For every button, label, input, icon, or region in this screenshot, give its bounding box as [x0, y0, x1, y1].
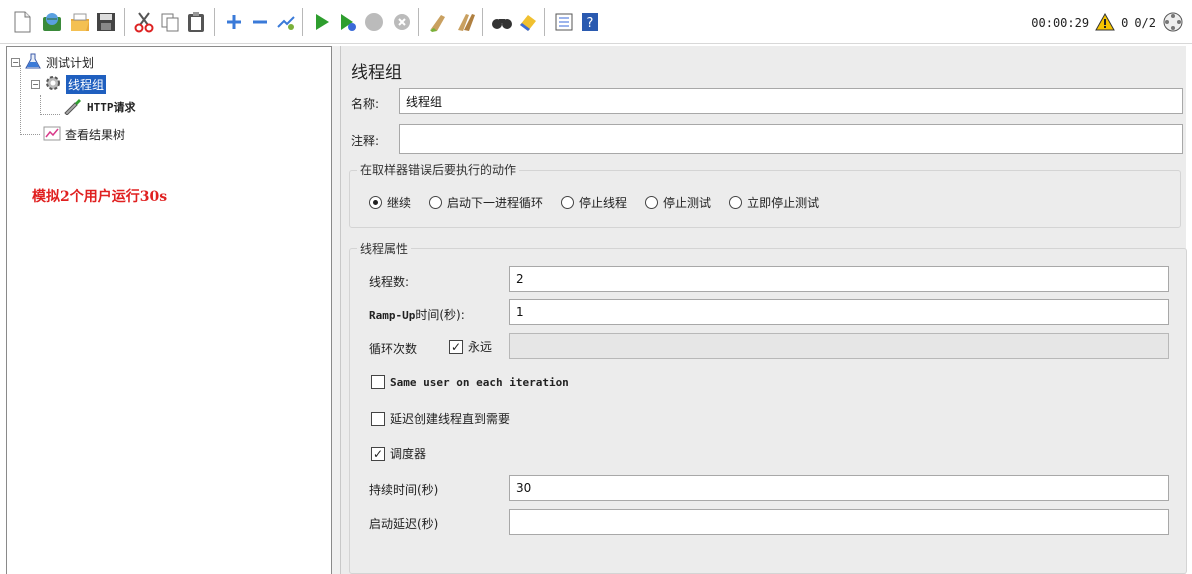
checkbox-label: 调度器	[390, 447, 427, 461]
clear-all-icon[interactable]	[454, 10, 478, 34]
tree-item-label: 线程组	[66, 74, 107, 94]
same-user-checkbox[interactable]: Same user on each iteration	[371, 375, 569, 389]
function-helper-icon[interactable]	[552, 10, 576, 34]
thread-group-panel: 线程组 名称: 线程组 注释: 在取样器错误后要执行的动作 继续 启动下一进程循…	[340, 46, 1187, 574]
ramp-up-input[interactable]: 1	[509, 299, 1169, 325]
loop-count-label: 循环次数	[369, 342, 418, 356]
radio-button[interactable]	[729, 196, 743, 209]
open-icon[interactable]	[68, 10, 92, 34]
radio-label: 启动下一进程循环	[447, 196, 544, 210]
ramp-up-label-suffix: 时间(秒):	[415, 308, 465, 322]
tree-item-label: 查看结果树	[65, 127, 126, 142]
radio-button[interactable]	[369, 196, 382, 209]
start-icon[interactable]	[310, 10, 334, 34]
duration-label: 持续时间(秒)	[369, 483, 439, 497]
save-icon[interactable]	[94, 10, 118, 34]
pipette-icon	[63, 97, 83, 118]
cut-icon[interactable]	[132, 10, 156, 34]
warning-count: 0	[1121, 16, 1129, 30]
stop-icon[interactable]	[362, 10, 386, 34]
tree-item-result-tree[interactable]: 查看结果树	[43, 124, 125, 144]
ramp-up-label: Ramp-Up时间(秒):	[369, 306, 465, 323]
toolbar: ? 00:00:29 0 0/2	[0, 0, 1192, 44]
checkbox-box[interactable]	[371, 411, 385, 426]
radio-start-next-loop[interactable]: 启动下一进程循环	[429, 194, 543, 211]
toolbar-separator	[214, 8, 215, 36]
checkbox-box[interactable]: ✓	[449, 339, 463, 354]
clear-icon[interactable]	[426, 10, 450, 34]
collapse-toggle-icon[interactable]: −	[11, 57, 20, 67]
threads-active: 0/2	[1134, 16, 1156, 30]
radio-stop-test-now[interactable]: 立即停止测试	[729, 194, 819, 211]
radio-label: 停止测试	[663, 196, 712, 210]
new-icon[interactable]	[10, 10, 34, 34]
status-area: 00:00:29 0 0/2	[1031, 12, 1184, 34]
toggle-icon[interactable]	[274, 10, 298, 34]
radio-button[interactable]	[645, 196, 659, 209]
tree-item-thread-group[interactable]: − 线程组	[31, 74, 107, 95]
thread-properties-title: 线程属性	[357, 240, 412, 257]
toolbar-separator	[544, 8, 545, 36]
chart-icon	[43, 124, 61, 145]
comment-input[interactable]	[399, 124, 1183, 154]
tree-item-label: HTTP请求	[87, 101, 136, 114]
startup-delay-input[interactable]	[509, 509, 1169, 535]
toolbar-separator	[124, 8, 125, 36]
checkbox-box[interactable]: ✓	[371, 446, 385, 461]
help-icon[interactable]: ?	[578, 10, 602, 34]
checkbox-box[interactable]	[371, 375, 385, 389]
radio-stop-thread[interactable]: 停止线程	[561, 194, 627, 211]
expand-icon[interactable]	[222, 10, 246, 34]
delay-thread-creation-checkbox[interactable]: 延迟创建线程直到需要	[371, 410, 510, 427]
collapse-icon[interactable]	[248, 10, 272, 34]
toolbar-separator	[418, 8, 419, 36]
checkbox-label: 延迟创建线程直到需要	[390, 412, 511, 426]
radio-continue[interactable]: 继续	[369, 194, 411, 211]
ramp-up-label-prefix: Ramp-Up	[369, 309, 416, 322]
copy-icon[interactable]	[158, 10, 182, 34]
remote-status-icon	[1162, 11, 1184, 36]
toolbar-separator	[302, 8, 303, 36]
paste-icon[interactable]	[184, 10, 208, 34]
num-threads-label: 线程数:	[369, 275, 410, 289]
toolbar-separator	[482, 8, 483, 36]
comment-label: 注释:	[351, 134, 380, 148]
radio-label: 继续	[387, 196, 412, 210]
collapse-toggle-icon[interactable]: −	[31, 79, 40, 89]
templates-icon[interactable]	[40, 10, 64, 34]
radio-label: 停止线程	[579, 196, 628, 210]
test-plan-tree: − 测试计划 − 线程组 HTTP请求 查看结果树	[6, 46, 332, 574]
shutdown-icon[interactable]	[390, 10, 414, 34]
error-action-options: 继续 启动下一进程循环 停止线程 停止测试 立即停止测试	[369, 194, 819, 211]
flask-icon	[24, 52, 42, 73]
checkbox-label: 永远	[468, 340, 493, 354]
reset-search-icon[interactable]	[516, 10, 540, 34]
tree-item-test-plan[interactable]: − 测试计划	[11, 52, 94, 72]
radio-button[interactable]	[561, 196, 575, 209]
scheduler-checkbox[interactable]: ✓ 调度器	[371, 445, 426, 462]
gear-icon	[44, 74, 62, 95]
annotation-note: 模拟2个用户运行30s	[32, 189, 168, 205]
svg-text:?: ?	[587, 16, 594, 31]
loop-forever-checkbox[interactable]: ✓ 永远	[449, 338, 492, 355]
name-input[interactable]: 线程组	[399, 88, 1183, 114]
warning-icon[interactable]	[1095, 12, 1115, 34]
startup-delay-label: 启动延迟(秒)	[369, 517, 439, 531]
duration-input[interactable]: 30	[509, 475, 1169, 501]
start-no-pause-icon[interactable]	[336, 10, 360, 34]
radio-label: 立即停止测试	[747, 196, 820, 210]
search-icon[interactable]	[490, 10, 514, 34]
error-action-title: 在取样器错误后要执行的动作	[357, 161, 520, 178]
radio-button[interactable]	[429, 196, 443, 209]
tree-item-label: 测试计划	[46, 55, 95, 70]
radio-stop-test[interactable]: 停止测试	[645, 194, 711, 211]
panel-splitter[interactable]	[332, 46, 340, 574]
page-title: 线程组	[351, 63, 402, 83]
name-label: 名称:	[351, 97, 380, 111]
loop-count-input[interactable]	[509, 333, 1169, 359]
elapsed-time: 00:00:29	[1031, 16, 1090, 30]
checkbox-label: Same user on each iteration	[390, 375, 569, 389]
num-threads-input[interactable]: 2	[509, 266, 1169, 292]
tree-item-http-request[interactable]: HTTP请求	[63, 97, 136, 117]
